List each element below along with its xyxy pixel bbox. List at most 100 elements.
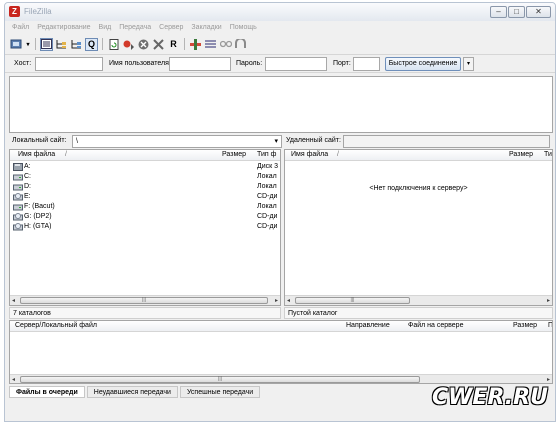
password-input[interactable] — [265, 57, 327, 71]
file-type: Локал — [257, 173, 277, 180]
close-button[interactable]: ✕ — [526, 6, 551, 18]
cd-drive-icon — [13, 223, 23, 231]
toggle-queue-icon[interactable]: Q — [85, 37, 98, 51]
compare-icon[interactable] — [204, 38, 217, 51]
scroll-thumb[interactable]: ||| — [295, 297, 410, 304]
scroll-right-arrow[interactable]: ▸ — [547, 376, 550, 383]
menu-bar: Файл Редактирование Вид Передача Сервер … — [5, 22, 555, 33]
chevron-down-icon[interactable]: ▾ — [25, 38, 31, 51]
host-input[interactable] — [35, 57, 103, 71]
quickconnect-history-dropdown[interactable]: ▾ — [463, 57, 474, 71]
sync-browse-icon[interactable] — [219, 38, 232, 51]
local-file-list[interactable]: Имя файла / Размер Тип ф A: Диск 3 C: Локал… — [9, 149, 281, 306]
remote-col-name[interactable]: Имя файла — [291, 151, 328, 158]
menu-edit[interactable]: Редактирование — [37, 22, 90, 33]
search-icon[interactable] — [234, 38, 247, 51]
quickconnect-bar: Хост: Имя пользователя Пароль: Порт: Быс… — [5, 54, 555, 73]
remote-horizontal-scrollbar[interactable]: ◂ ||| ▸ — [285, 295, 552, 305]
tab-successful-transfers[interactable]: Успешные передачи — [179, 386, 261, 398]
menu-view[interactable]: Вид — [99, 22, 112, 33]
process-queue-icon[interactable] — [122, 38, 135, 51]
quickconnect-button[interactable]: Быстрое соединение — [385, 57, 461, 71]
hard-drive-icon — [13, 203, 23, 211]
queue-col-remote[interactable]: Файл на сервере — [408, 322, 463, 329]
message-log[interactable] — [9, 76, 553, 133]
scroll-thumb[interactable]: ||| — [20, 376, 420, 383]
remote-col-type[interactable]: Ти — [544, 151, 552, 158]
file-type: Локал — [257, 183, 277, 190]
window-title: FileZilla — [24, 7, 52, 16]
cd-drive-icon — [13, 193, 23, 201]
user-label: Имя пользователя — [109, 60, 169, 67]
local-col-size[interactable]: Размер — [222, 151, 246, 158]
local-path-select[interactable]: \ ▾ — [72, 135, 282, 148]
local-file-row[interactable]: E: CD-ди — [10, 192, 280, 202]
queue-col-local[interactable]: Сервер/Локальный файл — [15, 322, 97, 329]
hard-drive-icon — [13, 183, 23, 191]
refresh-icon[interactable] — [107, 38, 120, 51]
file-name: E: — [24, 193, 31, 200]
queue-tabs: Файлы в очереди Неудавшиеся передачи Усп… — [9, 386, 262, 399]
local-file-row[interactable]: F: (Bacut) Локал — [10, 202, 280, 212]
scroll-right-arrow[interactable]: ▸ — [275, 297, 278, 304]
local-col-type[interactable]: Тип ф — [257, 151, 276, 158]
chevron-down-icon[interactable]: ▾ — [274, 136, 278, 147]
local-site-label: Локальный сайт: — [12, 137, 67, 144]
remote-path-select[interactable] — [343, 135, 550, 148]
floppy-drive-icon — [13, 163, 23, 171]
queue-col-priority[interactable]: П — [548, 322, 552, 329]
username-input[interactable] — [169, 57, 231, 71]
filter-icon[interactable] — [189, 38, 202, 51]
local-file-row[interactable]: A: Диск 3 — [10, 162, 280, 172]
sort-indicator: / — [65, 151, 67, 158]
local-file-row[interactable]: H: (GTA) CD-ди — [10, 222, 280, 232]
scroll-left-arrow[interactable]: ◂ — [12, 297, 15, 304]
file-type: Диск 3 — [257, 163, 279, 170]
remote-status: Пустой каталог — [284, 307, 553, 319]
local-col-name[interactable]: Имя файла — [18, 151, 55, 158]
watermark-logo: CWER.RU — [432, 385, 548, 410]
local-file-row[interactable]: C: Локал — [10, 172, 280, 182]
toggle-local-tree-icon[interactable] — [55, 38, 68, 51]
toggle-log-icon[interactable] — [40, 37, 53, 51]
port-input[interactable] — [353, 57, 380, 71]
remote-list-header: Имя файла / Размер Ти — [285, 150, 552, 161]
tab-failed-transfers[interactable]: Неудавшиеся передачи — [86, 386, 178, 398]
local-file-row[interactable]: G: (DP2) CD-ди — [10, 212, 280, 222]
transfer-queue[interactable]: Сервер/Локальный файл Направление Файл н… — [9, 320, 553, 384]
remote-col-size[interactable]: Размер — [509, 151, 533, 158]
queue-col-direction[interactable]: Направление — [346, 322, 390, 329]
cancel-icon[interactable] — [137, 38, 150, 51]
file-type: CD-ди — [257, 223, 278, 230]
queue-col-size[interactable]: Размер — [513, 322, 537, 329]
disconnect-icon[interactable] — [152, 38, 165, 51]
remote-file-list[interactable]: Имя файла / Размер Ти <Нет подключения к… — [284, 149, 553, 306]
scroll-left-arrow[interactable]: ◂ — [287, 297, 290, 304]
queue-header: Сервер/Локальный файл Направление Файл н… — [10, 321, 552, 332]
file-type: Локал — [257, 203, 277, 210]
queue-horizontal-scrollbar[interactable]: ◂ ||| ▸ — [10, 374, 552, 383]
local-horizontal-scrollbar[interactable]: ◂ ||| ▸ — [10, 295, 280, 305]
menu-file[interactable]: Файл — [12, 22, 29, 33]
minimize-button[interactable]: ‒ — [490, 6, 507, 18]
file-type: CD-ди — [257, 213, 278, 220]
menu-server[interactable]: Сервер — [159, 22, 183, 33]
scroll-left-arrow[interactable]: ◂ — [12, 376, 15, 383]
maximize-button[interactable]: □ — [508, 6, 525, 18]
local-list-header: Имя файла / Размер Тип ф — [10, 150, 280, 161]
scroll-right-arrow[interactable]: ▸ — [547, 297, 550, 304]
local-file-row[interactable]: D: Локал — [10, 182, 280, 192]
local-path-value: \ — [76, 138, 78, 145]
site-manager-icon[interactable] — [10, 38, 23, 51]
tab-queued-files[interactable]: Файлы в очереди — [9, 386, 85, 398]
reconnect-icon[interactable]: R — [167, 38, 180, 51]
title-bar: Z FileZilla ‒ □ ✕ — [5, 3, 555, 21]
scroll-thumb[interactable]: ||| — [20, 297, 268, 304]
menu-help[interactable]: Помощь — [230, 22, 257, 33]
toggle-remote-tree-icon[interactable] — [70, 38, 83, 51]
hard-drive-icon — [13, 173, 23, 181]
local-status: 7 каталогов — [9, 307, 281, 319]
menu-transfer[interactable]: Передача — [119, 22, 151, 33]
menu-bookmarks[interactable]: Закладки — [191, 22, 221, 33]
cd-drive-icon — [13, 213, 23, 221]
